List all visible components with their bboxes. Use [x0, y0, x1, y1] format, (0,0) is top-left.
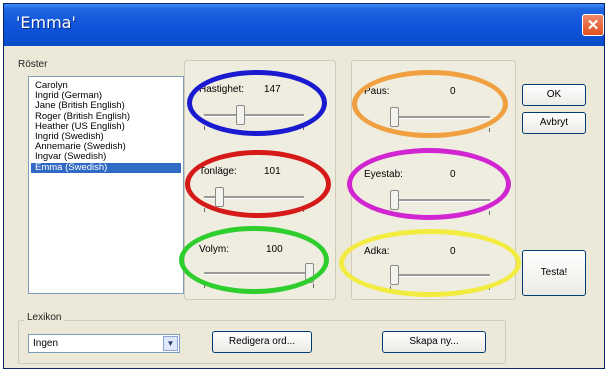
voice-list-item[interactable]: Ingvar (Swedish)	[31, 152, 181, 162]
tonlage-slider-tick	[204, 208, 205, 212]
highlight-adka	[339, 229, 521, 297]
highlight-tonlage	[185, 150, 331, 218]
voice-settings-dialog: 'Emma' ✕ Röster Carolyn Ingrid (German) Ja…	[3, 3, 605, 369]
title-bar: 'Emma' ✕	[4, 4, 604, 46]
lexicon-value: Ingen	[33, 338, 59, 349]
chevron-down-icon[interactable]: ▼	[163, 336, 178, 351]
voices-label: Röster	[18, 59, 48, 70]
lexicon-label: Lexikon	[24, 312, 65, 323]
test-button[interactable]: Testa!	[522, 250, 586, 296]
highlight-paus	[352, 70, 508, 138]
volym-slider-tick	[313, 284, 314, 288]
highlight-volym	[179, 226, 329, 294]
voice-list-item[interactable]: Emma (Swedish)	[31, 162, 181, 173]
close-icon[interactable]: ✕	[582, 14, 604, 36]
ok-button[interactable]: OK	[522, 84, 586, 106]
create-lexicon-button[interactable]: Skapa ny...	[382, 331, 486, 353]
paus-slider-tick	[489, 128, 490, 132]
hastighet-slider-tick	[204, 126, 205, 130]
cancel-button[interactable]: Avbryt	[522, 112, 586, 134]
highlight-eyeslab	[347, 148, 511, 220]
voices-list[interactable]: Carolyn Ingrid (German) Jane (British Engl…	[28, 76, 184, 294]
lexicon-select[interactable]: Ingen ▼	[28, 334, 180, 353]
window-title: 'Emma'	[16, 13, 76, 32]
highlight-hastighet	[187, 70, 327, 136]
eyeslab-slider-tick	[489, 211, 490, 215]
edit-lexicon-button[interactable]: Redigera ord...	[212, 331, 312, 353]
